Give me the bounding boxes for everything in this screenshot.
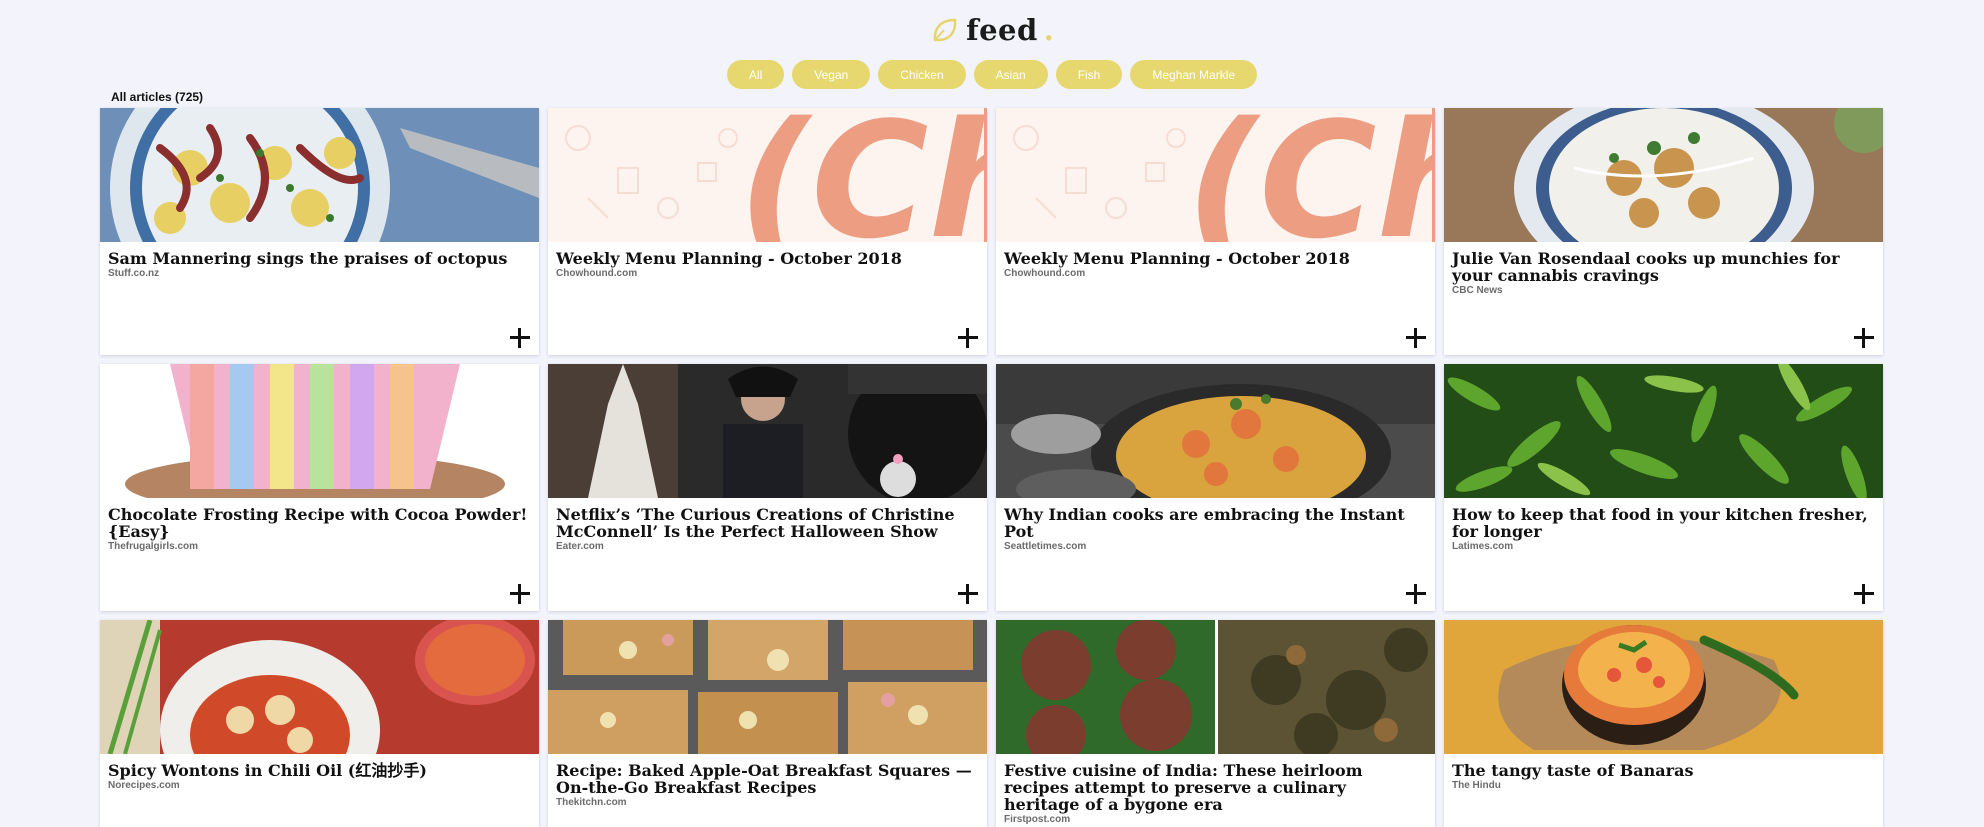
article-title[interactable]: Chocolate Frosting Recipe with Cocoa Pow… — [108, 506, 531, 540]
article-card[interactable]: Julie Van Rosendaal cooks up munchies fo… — [1444, 108, 1883, 355]
add-article-button[interactable] — [508, 582, 532, 606]
article-title[interactable]: Weekly Menu Planning - October 2018 — [1004, 250, 1427, 267]
add-article-button[interactable] — [1404, 326, 1428, 350]
article-source: The Hindu — [1452, 780, 1501, 791]
article-title[interactable]: Netflix’s ‘The Curious Creations of Chri… — [556, 506, 979, 540]
add-article-button[interactable] — [1852, 326, 1876, 350]
app-header: feed. — [0, 10, 1984, 50]
article-thumbnail[interactable] — [548, 364, 987, 498]
article-source: Seattletimes.com — [1004, 541, 1087, 552]
article-thumbnail[interactable] — [1444, 108, 1883, 242]
article-source: Stuff.co.nz — [108, 268, 160, 279]
add-article-button[interactable] — [1852, 582, 1876, 606]
filter-fish[interactable]: Fish — [1055, 60, 1123, 89]
svg-text:(Ch: (Ch — [1186, 108, 1435, 242]
article-thumbnail[interactable] — [100, 620, 539, 754]
article-count-label: All articles (725) — [111, 90, 204, 104]
leaf-logo-icon — [933, 18, 957, 42]
article-title[interactable]: Why Indian cooks are embracing the Insta… — [1004, 506, 1427, 540]
article-title[interactable]: Julie Van Rosendaal cooks up munchies fo… — [1452, 250, 1875, 284]
article-thumbnail[interactable] — [100, 364, 539, 498]
article-thumbnail[interactable] — [1444, 620, 1883, 754]
article-card[interactable]: (Ch Weekly Menu Planning - October 2018 … — [996, 108, 1435, 355]
article-source: Firstpost.com — [1004, 814, 1071, 825]
article-thumbnail[interactable]: (Ch — [548, 108, 987, 242]
article-thumbnail[interactable]: (Ch — [996, 108, 1435, 242]
article-card[interactable]: Netflix’s ‘The Curious Creations of Chri… — [548, 364, 987, 611]
article-title[interactable]: Spicy Wontons in Chili Oil (红油抄手) — [108, 762, 531, 779]
article-title[interactable]: Weekly Menu Planning - October 2018 — [556, 250, 979, 267]
filter-all[interactable]: All — [726, 60, 785, 89]
filter-chicken[interactable]: Chicken — [878, 60, 966, 89]
article-card[interactable]: Sam Mannering sings the praises of octop… — [100, 108, 539, 355]
category-filter-bar: All Vegan Chicken Asian Fish Meghan Mark… — [0, 60, 1984, 89]
article-source: Norecipes.com — [108, 780, 180, 791]
svg-text:(Ch: (Ch — [738, 108, 987, 242]
article-card[interactable]: Spicy Wontons in Chili Oil (红油抄手) Noreci… — [100, 620, 539, 827]
article-source: Chowhound.com — [1004, 268, 1086, 279]
article-card[interactable]: The tangy taste of Banaras The Hindu — [1444, 620, 1883, 827]
app-logo-text[interactable]: feed — [966, 13, 1038, 47]
article-title[interactable]: How to keep that food in your kitchen fr… — [1452, 506, 1875, 540]
add-article-button[interactable] — [1404, 582, 1428, 606]
article-source: Latimes.com — [1452, 541, 1514, 552]
article-card[interactable]: Recipe: Baked Apple-Oat Breakfast Square… — [548, 620, 987, 827]
logo-dot: . — [1043, 13, 1054, 47]
article-source: Eater.com — [556, 541, 604, 552]
article-grid: Sam Mannering sings the praises of octop… — [100, 108, 1884, 827]
article-thumbnail[interactable] — [100, 108, 539, 242]
article-source: CBC News — [1452, 285, 1503, 296]
article-card[interactable]: Festive cuisine of India: These heirloom… — [996, 620, 1435, 827]
article-thumbnail[interactable] — [996, 364, 1435, 498]
article-source: Thefrugalgirls.com — [108, 541, 199, 552]
add-article-button[interactable] — [956, 582, 980, 606]
article-source: Chowhound.com — [556, 268, 638, 279]
article-card[interactable]: (Ch Weekly Menu Planning - October 2018 … — [548, 108, 987, 355]
article-title[interactable]: Sam Mannering sings the praises of octop… — [108, 250, 531, 267]
article-thumbnail[interactable] — [548, 620, 987, 754]
filter-vegan[interactable]: Vegan — [792, 60, 871, 89]
filter-meghan-markle[interactable]: Meghan Markle — [1130, 60, 1258, 89]
article-thumbnail[interactable] — [996, 620, 1435, 754]
article-title[interactable]: Festive cuisine of India: These heirloom… — [1004, 762, 1427, 813]
add-article-button[interactable] — [508, 326, 532, 350]
add-article-button[interactable] — [956, 326, 980, 350]
article-thumbnail[interactable] — [1444, 364, 1883, 498]
article-title[interactable]: The tangy taste of Banaras — [1452, 762, 1875, 779]
article-title[interactable]: Recipe: Baked Apple-Oat Breakfast Square… — [556, 762, 979, 796]
article-source: Thekitchn.com — [556, 797, 627, 808]
article-card[interactable]: Chocolate Frosting Recipe with Cocoa Pow… — [100, 364, 539, 611]
article-card[interactable]: Why Indian cooks are embracing the Insta… — [996, 364, 1435, 611]
article-card[interactable]: How to keep that food in your kitchen fr… — [1444, 364, 1883, 611]
filter-asian[interactable]: Asian — [973, 60, 1048, 89]
